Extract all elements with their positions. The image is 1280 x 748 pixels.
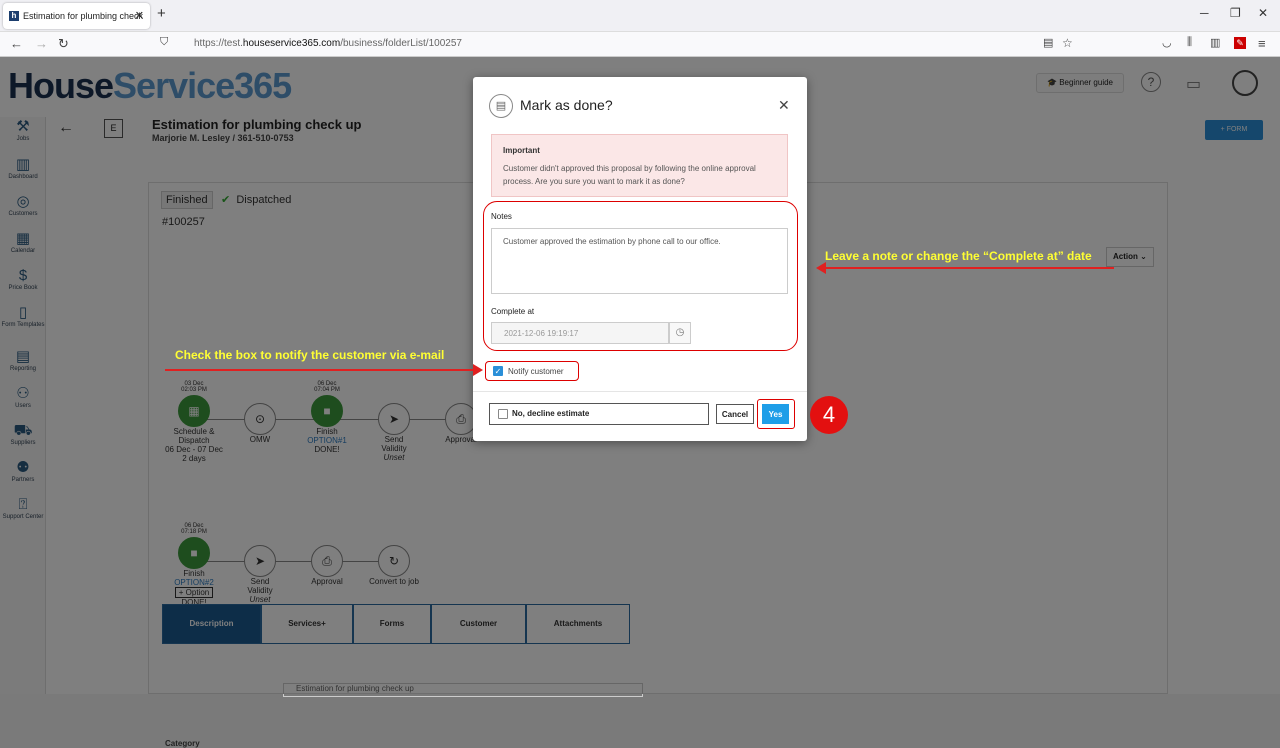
shield-icon[interactable]: ⛉ <box>160 36 168 49</box>
url-bar[interactable]: https://test.houseservice365.com/busines… <box>178 35 1083 53</box>
document-icon: ▤ <box>489 94 513 118</box>
pocket-icon[interactable]: ◡ <box>1162 36 1172 49</box>
url-domain: houseservice365.com <box>242 38 341 49</box>
step-number-badge: 4 <box>810 396 848 434</box>
yes-button[interactable]: Yes <box>762 404 789 424</box>
library-icon[interactable]: ⫼ <box>1187 36 1192 49</box>
mark-done-dialog: ▤ Mark as done? ✕ Important Customer did… <box>473 77 807 441</box>
browser-tab-strip: h Estimation for plumbing check ✕ + ─ ❐ … <box>0 0 1280 32</box>
back-icon[interactable]: ← <box>10 36 23 51</box>
close-tab-icon[interactable]: ✕ <box>135 3 144 29</box>
url-prefix: https://test. <box>194 38 243 49</box>
decline-estimate-button[interactable]: No, decline estimate <box>489 403 709 425</box>
clock-icon[interactable]: ◷ <box>669 322 691 344</box>
cancel-button[interactable]: Cancel <box>716 404 754 424</box>
alert-title: Important <box>503 146 540 155</box>
reload-icon[interactable]: ↻ <box>58 36 69 52</box>
notes-label: Notes <box>491 212 512 221</box>
category-label: Category <box>165 739 200 748</box>
note-arrow <box>822 267 1114 269</box>
note-arrow-head <box>816 262 826 274</box>
complete-at-input[interactable] <box>491 322 669 344</box>
dialog-title: Mark as done? <box>520 97 613 113</box>
browser-nav-bar: ← → ↻ ⛉ https://test.houseservice365.com… <box>0 32 1280 57</box>
tab-title: Estimation for plumbing check <box>23 11 144 21</box>
alert-message: Customer didn't approved this proposal b… <box>503 164 756 186</box>
complete-at-label: Complete at <box>491 307 535 316</box>
notify-arrow-head <box>473 364 483 376</box>
menu-icon[interactable]: ≡ <box>1258 36 1266 51</box>
decline-checkbox <box>498 409 508 419</box>
notify-callout: Check the box to notify the customer via… <box>175 348 445 362</box>
close-icon[interactable]: ✕ <box>778 97 790 114</box>
favicon-icon: h <box>9 11 19 21</box>
reader-icon[interactable]: ▤ <box>1043 36 1053 49</box>
notes-textarea[interactable]: Customer approved the estimation by phon… <box>491 228 788 294</box>
note-callout: Leave a note or change the “Complete at”… <box>825 249 1092 263</box>
close-window-icon[interactable]: ✕ <box>1258 6 1268 20</box>
bookmark-star-icon[interactable]: ☆ <box>1062 36 1073 50</box>
decline-label: No, decline estimate <box>512 409 590 418</box>
notify-arrow <box>165 369 473 371</box>
sidebar-toggle-icon[interactable]: ▥ <box>1210 36 1220 49</box>
extension-icon[interactable]: ✎ <box>1234 37 1246 49</box>
new-tab-icon[interactable]: + <box>157 5 166 22</box>
browser-tab[interactable]: h Estimation for plumbing check ✕ <box>3 3 150 29</box>
important-alert: Important Customer didn't approved this … <box>491 134 788 197</box>
forward-icon[interactable]: → <box>35 36 48 51</box>
dialog-divider <box>473 391 807 392</box>
notify-label[interactable]: Notify customer <box>508 367 564 376</box>
url-path: /business/folderList/100257 <box>340 38 462 49</box>
minimize-icon[interactable]: ─ <box>1200 6 1209 20</box>
restore-icon[interactable]: ❐ <box>1230 6 1241 20</box>
notify-checkbox[interactable]: ✓ <box>493 366 503 376</box>
